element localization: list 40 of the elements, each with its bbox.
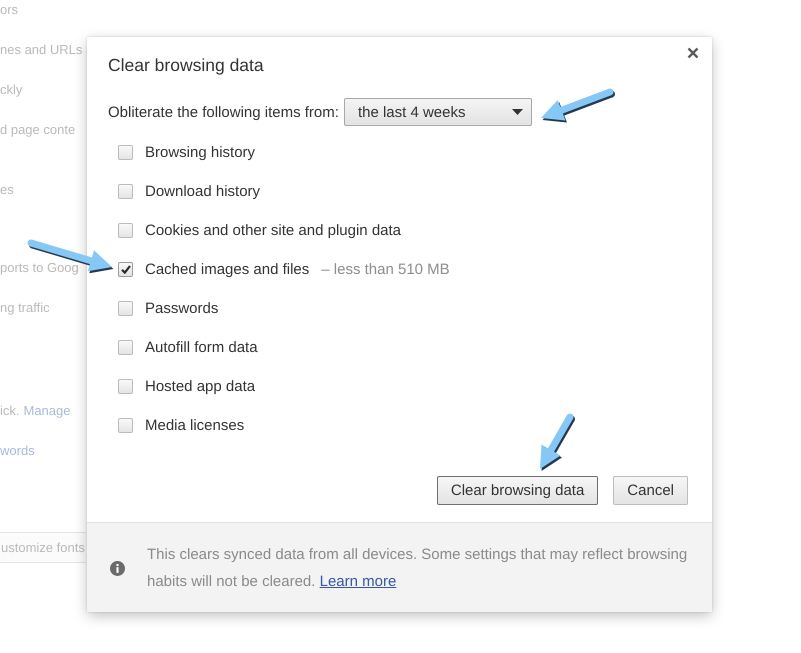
checkbox-label: Hosted app data: [145, 378, 256, 395]
checkbox[interactable]: [118, 184, 133, 199]
sync-notice-text: This clears synced data from all devices. Some settings that may reflect browsing habits will not be cleared. Learn more: [147, 545, 688, 592]
arrow-icon: [541, 88, 615, 123]
range-dropdown[interactable]: the last 4 weeks: [344, 98, 532, 126]
background-text: ports to Goog: [0, 259, 79, 277]
checkbox[interactable]: [118, 262, 133, 277]
checkbox-label: Browsing history: [145, 144, 256, 161]
checkbox[interactable]: [118, 301, 133, 316]
checkbox-label: Media licenses: [145, 417, 244, 434]
close-button[interactable]: [687, 47, 699, 59]
arrow-icon: [27, 239, 114, 274]
background-text: ick.: [0, 402, 20, 420]
arrow-icon: [540, 413, 575, 471]
caret-icon: [512, 109, 523, 115]
learn-more-link[interactable]: Learn more: [320, 573, 396, 590]
checkbox[interactable]: [118, 145, 133, 160]
background-text: d page conte: [0, 121, 76, 139]
checkbox[interactable]: [118, 223, 133, 238]
dialog-button[interactable]: Clear browsing data: [436, 476, 598, 505]
background-text: ors: [0, 1, 18, 19]
checkbox[interactable]: [118, 379, 133, 394]
checkbox-label: Download history: [145, 183, 260, 200]
checkbox[interactable]: [118, 340, 133, 355]
background-text: es: [0, 181, 14, 199]
background-text: nes and URLs: [0, 41, 82, 59]
dialog-button[interactable]: Cancel: [613, 476, 688, 505]
checkbox-label: Autofill form data: [145, 339, 258, 356]
checkmark-icon: [120, 265, 130, 274]
info-icon: [110, 560, 125, 576]
dialog-title: Clear browsing data: [108, 54, 264, 77]
checkbox-label: Passwords: [145, 300, 218, 317]
background-text: ckly: [0, 81, 22, 99]
background-text: ng traffic: [0, 299, 50, 317]
size-note: – less than 510 MB: [321, 261, 450, 278]
range-label: Obliterate the following items from:: [108, 104, 339, 120]
checkbox[interactable]: [118, 418, 133, 433]
close-icon: [687, 47, 699, 59]
checkbox-label: Cached images and files: [145, 261, 310, 278]
checkbox-label: Cookies and other site and plugin data: [145, 222, 402, 239]
